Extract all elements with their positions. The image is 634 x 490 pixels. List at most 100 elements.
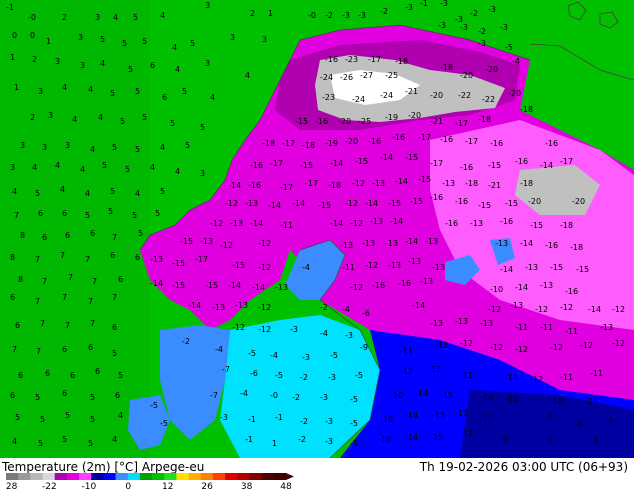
temperature-label: -18 xyxy=(302,141,315,150)
temperature-label: -1 xyxy=(275,413,283,422)
temperature-label: -20 xyxy=(572,197,585,206)
temperature-label: -13 xyxy=(230,219,243,228)
temperature-label: 2 xyxy=(62,13,67,22)
scale-swatch xyxy=(66,473,80,480)
temperature-label: -13 xyxy=(442,179,455,188)
temperature-label: -18 xyxy=(440,63,453,72)
temperature-label: 3 xyxy=(230,33,235,42)
temperature-label: 5 xyxy=(110,187,115,196)
temperature-label: -14 xyxy=(250,219,263,228)
scale-swatch xyxy=(176,473,190,480)
temperature-label: -7 xyxy=(222,365,230,374)
temperature-label: -11 xyxy=(540,323,553,332)
temperature-label: -12 xyxy=(232,323,245,332)
temperature-label: -17 xyxy=(280,183,293,192)
temperature-label: 4 xyxy=(160,11,165,20)
temperature-label: -14 xyxy=(405,237,418,246)
scale-swatch xyxy=(164,473,177,480)
temperature-label: -13 xyxy=(420,277,433,286)
temperature-label: -16 xyxy=(545,241,558,250)
temperature-label: 5 xyxy=(62,435,67,444)
temperature-label: 4 xyxy=(150,163,155,172)
temperature-label: -15 xyxy=(440,391,453,400)
temperature-label: -5 xyxy=(350,395,358,404)
temperature-label: 7 xyxy=(112,293,117,302)
temperature-label: -18 xyxy=(520,105,533,114)
temperature-label: -15 xyxy=(205,281,218,290)
temperature-label: -14 xyxy=(252,283,265,292)
temperature-label: 6 xyxy=(118,275,123,284)
temperature-label: -11 xyxy=(280,221,293,230)
temperature-label: -16 xyxy=(325,55,338,64)
temperature-label: 7 xyxy=(62,293,67,302)
temperature-label: 6 xyxy=(115,391,120,400)
temperature-label: -14 xyxy=(412,301,425,310)
temperature-label: -3 xyxy=(220,413,228,422)
temperature-label: -3 xyxy=(405,3,413,12)
temperature-label: -3 xyxy=(488,5,496,14)
scale-swatch xyxy=(212,473,226,480)
temperature-label: 8 xyxy=(18,275,23,284)
temperature-label: -8 xyxy=(575,419,583,428)
temperature-label: -13 xyxy=(362,239,375,248)
temperature-label: -18 xyxy=(328,181,341,190)
temperature-label: 6 xyxy=(65,231,70,240)
temperature-label: 1 xyxy=(272,439,277,448)
temperature-label: 5 xyxy=(15,413,20,422)
scale-swatch xyxy=(273,473,287,480)
temperature-label: 4 xyxy=(90,145,95,154)
temperature-label: 2 xyxy=(250,9,255,18)
temperature-label: -10 xyxy=(380,415,393,424)
temperature-label: -11 xyxy=(342,263,355,272)
temperature-label: -11 xyxy=(585,397,598,406)
temperature-label: -15 xyxy=(530,221,543,230)
temperature-map: -1 -0 2 3 4 5 4 3 2 1 -0 -2 -3 -3 -2 -3 -1 -3 -3 -2 -3 0 0 1 3 5 5… xyxy=(0,0,634,458)
temperature-label: -27 xyxy=(360,71,373,80)
temperature-label: 4 xyxy=(160,143,165,152)
temperature-label: 4 xyxy=(172,43,177,52)
temperature-label: -17 xyxy=(418,133,431,142)
temperature-label: -2 xyxy=(298,435,306,444)
temperature-label: -2 xyxy=(300,373,308,382)
temperature-label: -12 xyxy=(345,199,358,208)
temperature-label: -14 xyxy=(380,153,393,162)
temperature-label: -12 xyxy=(460,339,473,348)
temperature-label: -14 xyxy=(515,283,528,292)
temperature-label: -13 xyxy=(510,301,523,310)
temperature-label: -14 xyxy=(330,159,343,168)
temperature-label: -3 xyxy=(320,393,328,402)
temperature-label: -4 xyxy=(320,329,328,338)
temperature-label: -13 xyxy=(340,241,353,250)
temperature-label: 3 xyxy=(48,111,53,120)
temperature-label: -11 xyxy=(460,429,473,438)
temperature-label: -14 xyxy=(292,199,305,208)
temperature-label: -14 xyxy=(520,239,533,248)
temperature-label: -12 xyxy=(612,339,625,348)
temperature-label: -9 xyxy=(360,343,368,352)
temperature-label: 0 xyxy=(30,31,35,40)
temperature-label: 7 xyxy=(60,251,65,260)
temperature-label: -12 xyxy=(490,343,503,352)
temperature-label: -12 xyxy=(488,305,501,314)
temperature-label: 6 xyxy=(15,321,20,330)
temperature-label: -11 xyxy=(565,327,578,336)
temperature-label: 3 xyxy=(10,163,15,172)
temperature-label: -15 xyxy=(232,261,245,270)
temperature-label: -12 xyxy=(225,199,238,208)
temperature-label: -13 xyxy=(372,179,385,188)
temperature-label: 5 xyxy=(190,39,195,48)
temperature-label: -13 xyxy=(150,255,163,264)
temperature-label: 5 xyxy=(90,393,95,402)
temperature-label: -24 xyxy=(320,73,333,82)
temperature-label: 4 xyxy=(118,411,123,420)
temperature-label: 6 xyxy=(42,233,47,242)
temperature-label: -13 xyxy=(388,261,401,270)
temperature-label: -15 xyxy=(172,281,185,290)
temperature-label: 2 xyxy=(32,55,37,64)
temperature-label: -18 xyxy=(262,139,275,148)
temperature-label: -16 xyxy=(372,281,385,290)
temperature-label: 5 xyxy=(128,65,133,74)
temperature-label: -15 xyxy=(300,161,313,170)
temperature-label: -17 xyxy=(282,139,295,148)
temperature-label: 5 xyxy=(182,87,187,96)
